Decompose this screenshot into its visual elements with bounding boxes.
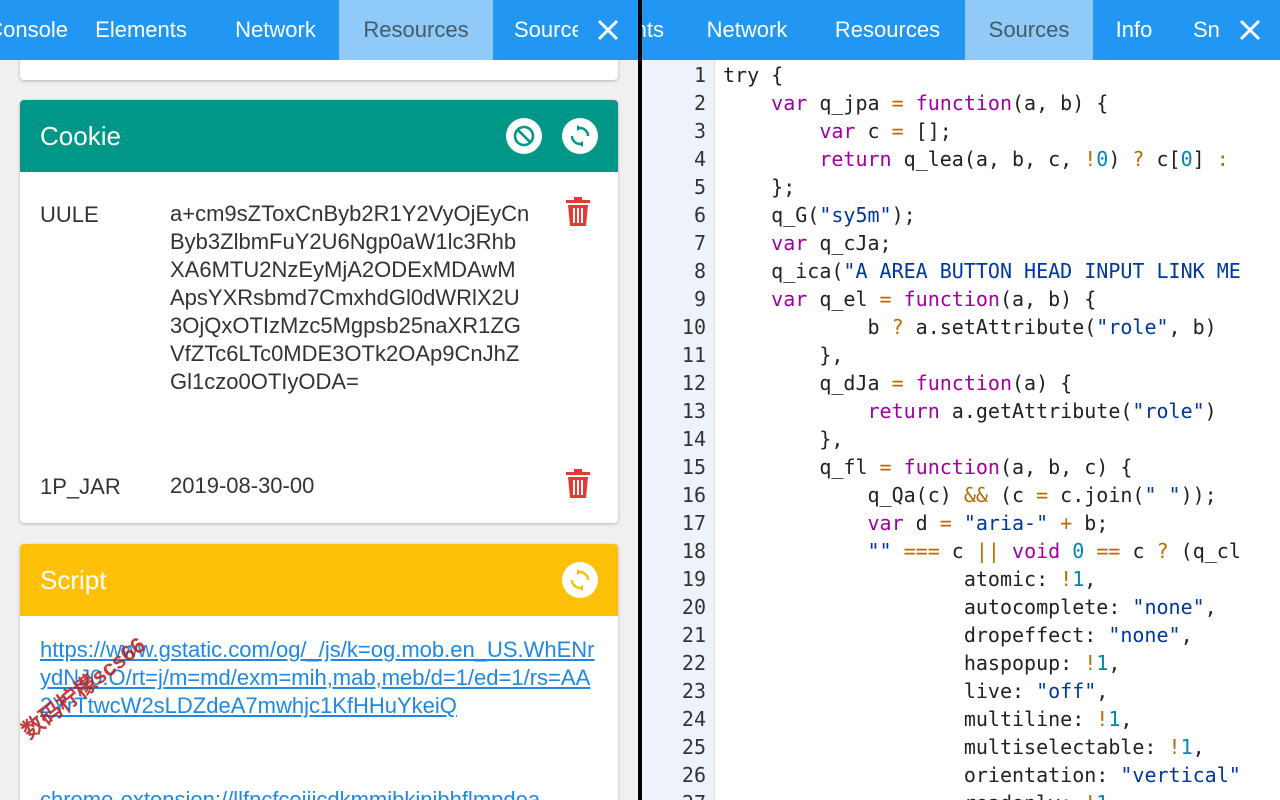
code-line: readonly: !1 xyxy=(723,789,1109,800)
line-number: 7 xyxy=(693,231,706,255)
tab-resources[interactable]: Resources xyxy=(810,0,965,60)
cookie-name: UULE xyxy=(40,202,99,227)
code-line: var q_el = function(a, b) { xyxy=(771,287,1097,311)
code-line: live: "off", xyxy=(723,679,1109,703)
tab-elements[interactable]: Elements xyxy=(642,0,664,60)
line-number: 14 xyxy=(681,427,706,451)
line-number: 15 xyxy=(681,455,706,479)
line-number: 27 xyxy=(642,789,706,800)
line-number: 22 xyxy=(681,651,706,675)
line-number: 8 xyxy=(693,259,706,283)
code-line: dropeffect: "none", xyxy=(723,623,1193,647)
line-number: 18 xyxy=(681,539,706,563)
code-line: q_G("sy5m"); xyxy=(723,203,916,227)
cookie-card-title: Cookie xyxy=(40,121,121,151)
script-card-header: Script xyxy=(20,544,618,616)
line-number: 26 xyxy=(681,763,706,787)
line-number: 12 xyxy=(681,371,706,395)
code-line: haspopup: !1, xyxy=(723,651,1121,675)
cookie-card: Cookie UULE a+cm9sZToxCnByb2R1Y2VyOjEyCn… xyxy=(20,100,618,523)
code-editor[interactable]: try { var q_jpa = function(a, b) { var c… xyxy=(714,60,1280,800)
tab-sources[interactable]: Sources xyxy=(965,0,1093,60)
line-number: 2 xyxy=(693,91,706,115)
line-number: 10 xyxy=(681,315,706,339)
close-icon xyxy=(1239,19,1261,41)
cookie-card-header: Cookie xyxy=(20,100,618,172)
line-number: 24 xyxy=(681,707,706,731)
script-link[interactable]: chrome-extension://llfncfcojjjcdkmmibkin… xyxy=(40,786,595,800)
tab-info[interactable]: Info xyxy=(1093,0,1175,60)
code-line: "" === c || void 0 == c ? (q_cl xyxy=(867,539,1241,563)
block-icon xyxy=(513,125,535,147)
left-close-button[interactable] xyxy=(578,0,638,60)
close-icon xyxy=(597,19,619,41)
code-line: return q_lea(a, b, c, !0) ? c[0] : xyxy=(819,147,1229,171)
refresh-scripts-button[interactable] xyxy=(562,562,598,598)
line-number: 16 xyxy=(681,483,706,507)
clear-cookies-button[interactable] xyxy=(506,118,542,154)
line-number: 13 xyxy=(681,399,706,423)
code-line: var q_jpa = function(a, b) { xyxy=(771,91,1109,115)
trash-icon[interactable] xyxy=(565,469,591,499)
tab-console[interactable]: Console xyxy=(0,0,68,60)
right-pane: 1 2 3 4 5 6 7 8 9 10 11 12 13 14 15 16 17 18 19 20 21 22 23 24 2… xyxy=(642,0,1280,800)
code-line: var q_cJa; xyxy=(771,231,892,255)
code-line: var d = "aria-" + b; xyxy=(867,511,1109,535)
tab-network[interactable]: Network xyxy=(684,0,810,60)
left-pane: Cookie UULE a+cm9sZToxCnByb2R1Y2VyOjEyCn… xyxy=(0,0,638,800)
code-line: var c = []; xyxy=(819,119,952,143)
line-number: 21 xyxy=(681,623,706,647)
line-number: 5 xyxy=(693,175,706,199)
cookie-value: a+cm9sZToxCnByb2R1Y2VyOjEyCnByb3ZlbmFuY2… xyxy=(170,201,530,394)
code-line: q_Qa(c) && (c = c.join(" ")); xyxy=(723,483,1217,507)
line-number: 19 xyxy=(681,567,706,591)
code-line: q_ica("A AREA BUTTON HEAD INPUT LINK ME xyxy=(723,259,1241,283)
tab-network[interactable]: Network xyxy=(212,0,339,60)
line-number: 6 xyxy=(693,203,706,227)
tab-resources[interactable]: Resources xyxy=(339,0,493,60)
left-tab-bar: Console Elements Network Resources Sourc… xyxy=(0,0,638,60)
refresh-icon xyxy=(570,125,590,147)
code-line: q_fl = function(a, b, c) { xyxy=(723,455,1133,479)
right-tab-bar: Elements Network Resources Sources Info … xyxy=(642,0,1280,60)
cookie-name: 1P_JAR xyxy=(40,474,121,499)
line-number: 4 xyxy=(693,147,706,171)
code-line: }; xyxy=(723,175,796,199)
refresh-cookies-button[interactable] xyxy=(562,118,598,154)
line-number: 17 xyxy=(681,511,706,535)
line-number: 23 xyxy=(681,679,706,703)
refresh-icon xyxy=(570,569,590,591)
right-close-button[interactable] xyxy=(1220,0,1280,60)
script-card-title: Script xyxy=(40,565,107,595)
code-line: }, xyxy=(723,343,844,367)
code-line: orientation: "vertical" xyxy=(723,763,1241,787)
line-number: 11 xyxy=(681,343,706,367)
code-line: q_dJa = function(a) { xyxy=(723,371,1073,395)
code-line: return a.getAttribute("role") xyxy=(867,399,1217,423)
code-line: try { xyxy=(723,63,784,87)
code-line: }, xyxy=(723,427,844,451)
trash-icon[interactable] xyxy=(565,197,591,227)
line-number-gutter: 1 2 3 4 5 6 7 8 9 10 11 12 13 14 15 16 17 18 19 20 21 22 23 24 2… xyxy=(642,60,714,800)
code-line: multiline: !1, xyxy=(723,707,1133,731)
line-number: 9 xyxy=(693,287,706,311)
code-line: atomic: !1, xyxy=(723,567,1097,591)
line-number: 25 xyxy=(681,735,706,759)
line-number: 20 xyxy=(681,595,706,619)
line-number: 1 xyxy=(693,63,706,87)
code-line: b ? a.setAttribute("role", b) xyxy=(723,315,1217,339)
tab-elements[interactable]: Elements xyxy=(70,0,212,60)
line-number: 3 xyxy=(693,119,706,143)
code-line: autocomplete: "none", xyxy=(723,595,1217,619)
code-line: multiselectable: !1, xyxy=(723,735,1205,759)
cookie-value: 2019-08-30-00 xyxy=(170,473,315,498)
